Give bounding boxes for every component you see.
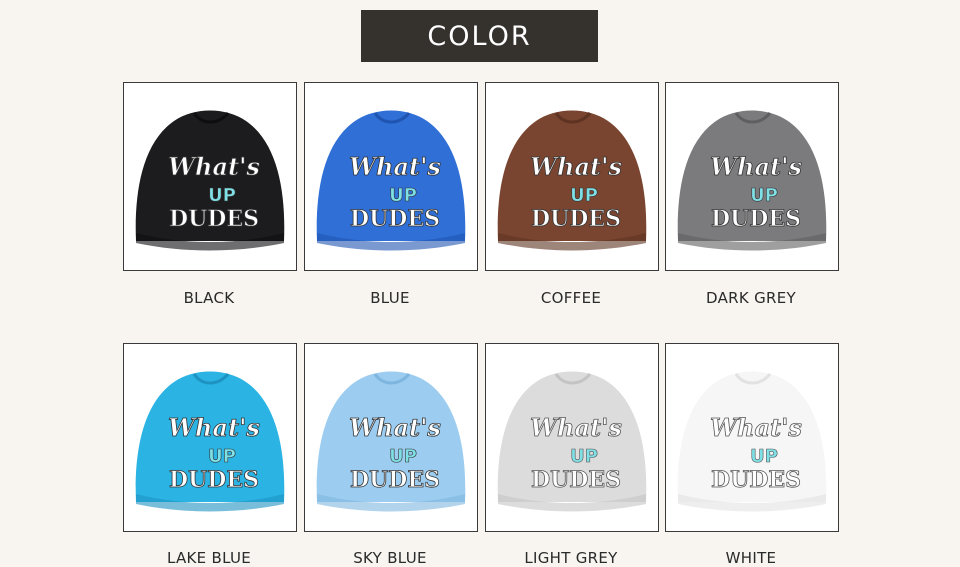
color-label: LAKE BLUE <box>166 549 252 567</box>
logo-text-line1: What's <box>530 413 622 442</box>
color-label: BLUE <box>370 289 410 307</box>
product-card-black[interactable]: What's UP DUDES <box>123 82 297 271</box>
logo-text-line3: DUDES <box>350 467 440 493</box>
logo-text-line3: DUDES <box>531 206 621 232</box>
logo-text-line1: What's <box>168 413 260 442</box>
logo-text-line2: UP <box>570 446 598 467</box>
beanie-hat-image: What's UPDUDES <box>497 110 647 251</box>
logo-text-line2: UP <box>750 185 778 206</box>
logo-text-line2: UP <box>389 446 417 467</box>
logo-text-line1: What's <box>530 152 622 181</box>
color-label: LIGHT GREY <box>524 549 618 567</box>
logo-text-line2: UP <box>208 185 236 206</box>
beanie-hat-image: What's UPDUDES <box>677 371 827 512</box>
logo-text-line2: UP <box>389 185 417 206</box>
beanie-hat-image: What's UPDUDES <box>316 371 466 512</box>
color-label: BLACK <box>183 289 235 307</box>
section-title: COLOR <box>361 10 598 62</box>
color-label: SKY BLUE <box>353 549 427 567</box>
beanie-hat-image: What's UPDUDES <box>135 110 285 251</box>
color-label: COFFEE <box>540 289 602 307</box>
logo-text-line3: DUDES <box>169 206 259 232</box>
logo-text-line2: UP <box>750 446 778 467</box>
color-label: DARK GREY <box>706 289 796 307</box>
beanie-hat-image: What's UPDUDES <box>135 371 285 512</box>
logo-text-line2: UP <box>208 446 236 467</box>
logo-text-line3: DUDES <box>169 467 259 493</box>
beanie-hat-image: What's UPDUDES <box>316 110 466 251</box>
beanie-hat-image: What's UPDUDES <box>677 110 827 251</box>
color-label: WHITE <box>725 549 777 567</box>
logo-text-line3: DUDES <box>711 206 801 232</box>
beanie-hat-image: What's UPDUDES <box>497 371 647 512</box>
logo-text-line1: What's <box>168 152 260 181</box>
logo-text-line1: What's <box>349 152 441 181</box>
product-card-coffee[interactable]: What's UP DUDES <box>485 82 659 271</box>
logo-text-line3: DUDES <box>350 206 440 232</box>
logo-text-line1: What's <box>710 152 802 181</box>
product-card-light-grey[interactable]: What's UP DUDES <box>485 343 659 532</box>
product-card-blue[interactable]: What's UP DUDES <box>304 82 478 271</box>
logo-text-line2: UP <box>570 185 598 206</box>
logo-text-line1: What's <box>710 413 802 442</box>
product-card-dark-grey[interactable]: What's UP DUDES <box>665 82 839 271</box>
product-card-white[interactable]: What's UP DUDES <box>665 343 839 532</box>
product-card-sky-blue[interactable]: What's UP DUDES <box>304 343 478 532</box>
product-card-lake-blue[interactable]: What's UP DUDES <box>123 343 297 532</box>
logo-text-line1: What's <box>349 413 441 442</box>
logo-text-line3: DUDES <box>531 467 621 493</box>
logo-text-line3: DUDES <box>711 467 801 493</box>
